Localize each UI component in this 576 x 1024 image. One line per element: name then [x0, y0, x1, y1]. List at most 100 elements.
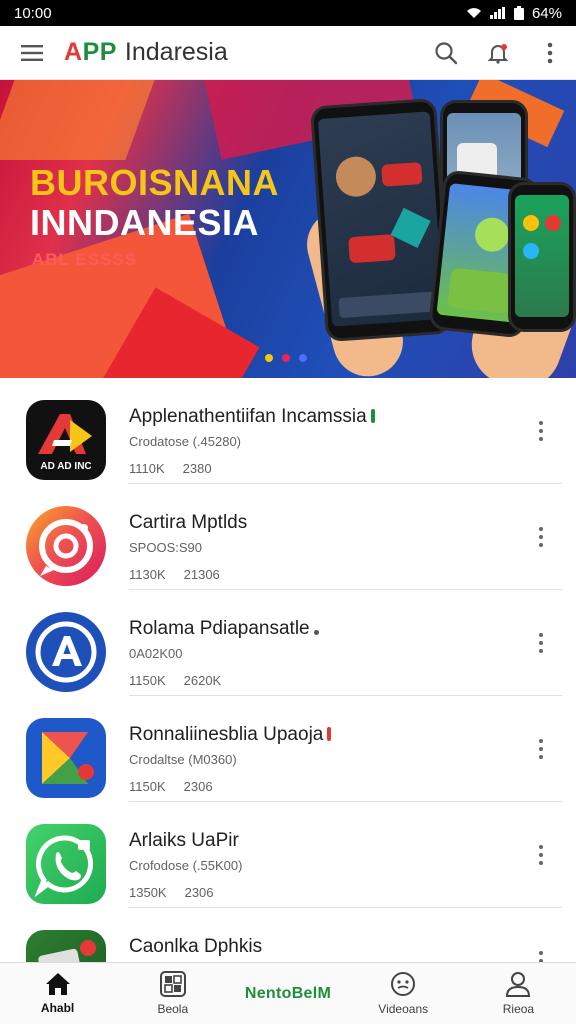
- banner-title-line2: INNDANESIA: [30, 202, 260, 243]
- more-dot: [539, 649, 543, 653]
- nav-label: NentoBelM: [244, 984, 332, 1002]
- more-dot: [539, 527, 543, 531]
- more-dot: [539, 543, 543, 547]
- more-vert-icon: [547, 42, 553, 63]
- verified-mark: [370, 409, 375, 423]
- more-dot: [539, 755, 543, 759]
- more-options-button[interactable]: [526, 522, 556, 552]
- app-stats: 1130K 21306: [129, 567, 519, 582]
- list-item[interactable]: Ronnaliinesblia Upaoja Crodaltse (M0360)…: [0, 696, 576, 802]
- more-dot: [539, 641, 543, 645]
- apps-icon: [159, 971, 186, 997]
- carousel-dot[interactable]: [265, 354, 273, 362]
- nav-item-apps[interactable]: Beola: [115, 963, 230, 1024]
- status-icons: 64%: [466, 5, 562, 22]
- brand-accent: APP: [64, 38, 117, 66]
- app-stat: 1130K: [129, 567, 166, 582]
- list-item[interactable]: AD AD INC Applenathentiifan Incamssia Cr…: [0, 378, 576, 484]
- banner-title-line1: BUROISNANA: [30, 162, 280, 203]
- menu-button[interactable]: [0, 26, 64, 80]
- more-options-button[interactable]: [526, 628, 556, 658]
- app-stats: 1150K 2620K: [129, 673, 519, 688]
- more-options-button[interactable]: [524, 26, 576, 80]
- list-item[interactable]: Arlaiks UaPir Crofodose (.55K00) 1350K 23…: [0, 802, 576, 908]
- app-bar-actions: [420, 26, 576, 80]
- status-mark: [313, 630, 319, 635]
- status-time: 10:00: [14, 4, 52, 22]
- signal-icon: [489, 7, 506, 19]
- phone-illustration: [508, 182, 576, 332]
- more-dot: [539, 633, 543, 637]
- more-dot: [539, 437, 543, 441]
- status-mark: [327, 727, 332, 741]
- more-dot: [539, 845, 543, 849]
- status-bar: 10:00 64%: [0, 0, 576, 26]
- app-stat: 2380: [182, 461, 212, 476]
- app-name: Cartira Mptlds: [129, 512, 248, 533]
- letter-a-icon: [26, 612, 106, 692]
- face-icon: [391, 972, 416, 996]
- app-stat: 2306: [183, 779, 213, 794]
- app-developer: Crodatose (.45280): [129, 434, 242, 449]
- more-dot: [539, 739, 543, 743]
- app-stat: 1350K: [129, 885, 167, 900]
- app-stat: 2306: [184, 885, 214, 900]
- promo-banner[interactable]: BUROISNANA INNDANESIA ABL ESSSS: [0, 80, 576, 378]
- app-stat: 1150K: [129, 779, 166, 794]
- ad-app-icon: AD AD INC: [26, 400, 106, 480]
- app-list: AD AD INC Applenathentiifan Incamssia Cr…: [0, 378, 576, 962]
- more-dot: [539, 429, 543, 433]
- carousel-dot[interactable]: [282, 354, 290, 362]
- app-stat: 2620K: [183, 673, 222, 688]
- wifi-icon: [466, 7, 482, 19]
- profile-icon: [506, 972, 531, 997]
- more-dot: [539, 535, 543, 539]
- battery-icon: [513, 6, 524, 20]
- app-developer: Crofodose (.55K00): [129, 858, 243, 873]
- list-item[interactable]: Rolama Pdiapansatle 0A02K00 1150K 2620K: [0, 590, 576, 696]
- brand-name: Indaresia: [124, 38, 228, 66]
- more-dot: [539, 421, 543, 425]
- card-app-icon: [26, 930, 106, 962]
- menu-icon: [21, 44, 43, 61]
- app-info: Ronnaliinesblia Upaoja Crodaltse (M0360)…: [129, 724, 519, 794]
- search-icon: [435, 41, 458, 64]
- bottom-navigation: Ahabl Beola NentoBelM Videoans Rieoa: [0, 962, 576, 1024]
- app-logo: APP Indaresia: [64, 38, 228, 67]
- carousel-indicator: [265, 354, 307, 362]
- more-options-button[interactable]: [526, 734, 556, 764]
- banner-phones-illustration: [299, 97, 576, 378]
- app-info: Caonlka Dphkis: [129, 936, 519, 962]
- app-name: Caonlka Dphkis: [129, 936, 263, 957]
- list-item[interactable]: Caonlka Dphkis: [0, 908, 576, 962]
- more-dot: [539, 861, 543, 865]
- battery-percent: 64%: [531, 4, 562, 22]
- app-name: Ronnaliinesblia Upaoja: [129, 724, 519, 746]
- nav-item-profile[interactable]: Rieoa: [461, 963, 576, 1024]
- phone-chat-icon: [26, 824, 106, 904]
- more-options-button[interactable]: [526, 416, 556, 446]
- notification-icon: [487, 43, 509, 64]
- nav-label: Ahabl: [40, 1001, 75, 1015]
- nav-label: Rieoa: [502, 1002, 535, 1016]
- app-stats: 1350K 2306: [129, 885, 519, 900]
- app-info: Rolama Pdiapansatle 0A02K00 1150K 2620K: [129, 618, 519, 688]
- nav-item-videos[interactable]: Videoans: [346, 963, 461, 1024]
- search-button[interactable]: [420, 26, 472, 80]
- carousel-dot[interactable]: [299, 354, 307, 362]
- nav-item-home[interactable]: Ahabl: [0, 963, 115, 1024]
- more-options-button[interactable]: [526, 946, 556, 962]
- more-options-button[interactable]: [526, 840, 556, 870]
- nav-label: Videoans: [378, 1002, 429, 1016]
- nav-item-center[interactable]: NentoBelM: [230, 963, 345, 1024]
- home-icon: [45, 973, 70, 995]
- notification-button[interactable]: [472, 26, 524, 80]
- app-developer: SPOOS:S90: [129, 540, 202, 555]
- play-store-icon: [26, 718, 106, 798]
- app-stats: 1110K 2380: [129, 461, 519, 476]
- app-info: Cartira Mptlds SPOOS:S90 1130K 21306: [129, 512, 519, 582]
- more-dot: [539, 747, 543, 751]
- app-name: Rolama Pdiapansatle: [129, 618, 519, 640]
- app-stat: 1110K: [129, 461, 165, 476]
- list-item[interactable]: Cartira Mptlds SPOOS:S90 1130K 21306: [0, 484, 576, 590]
